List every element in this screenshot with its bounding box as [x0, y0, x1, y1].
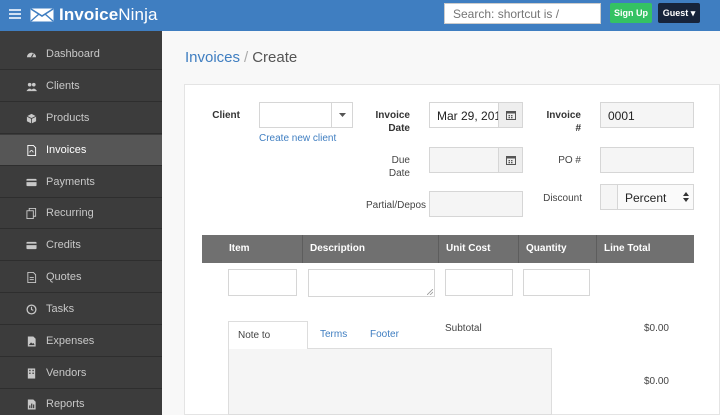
- sidebar-item-label: Tasks: [46, 303, 75, 315]
- column-header-quantity: Quantity: [518, 235, 596, 263]
- sidebar-item-dashboard[interactable]: Dashboard: [0, 39, 162, 70]
- sidebar-item-invoices[interactable]: Invoices: [0, 135, 162, 166]
- discount-input[interactable]: [600, 184, 618, 210]
- sidebar-item-clients[interactable]: Clients: [0, 71, 162, 102]
- building-icon: [25, 367, 37, 379]
- discount-type-select[interactable]: Percent: [617, 184, 694, 210]
- subtotal-label: Subtotal: [445, 323, 482, 334]
- users-icon: [25, 80, 37, 92]
- sidebar-item-reports[interactable]: Reports: [0, 389, 162, 415]
- invoice-date-input[interactable]: Mar 29, 201: [429, 102, 499, 128]
- create-new-client-link[interactable]: Create new client: [259, 133, 336, 144]
- line-item-quantity-input[interactable]: [523, 269, 590, 296]
- page-title: Create: [252, 49, 298, 66]
- column-header-item: Item: [229, 243, 250, 254]
- total-value: $0.00: [643, 376, 669, 387]
- sidebar: Dashboard Clients Products Invoices Paym…: [0, 31, 162, 415]
- sidebar-item-vendors[interactable]: Vendors: [0, 358, 162, 389]
- resize-handle-icon: [427, 289, 433, 295]
- line-items-header: Item Description Unit Cost Quantity Line…: [202, 235, 694, 263]
- sidebar-item-tasks[interactable]: Tasks: [0, 294, 162, 325]
- file-image-icon: [25, 335, 37, 347]
- quote-icon: [25, 271, 37, 283]
- line-item-description-textarea[interactable]: [308, 269, 435, 297]
- clock-icon: [25, 303, 37, 315]
- cube-icon: [25, 112, 37, 124]
- sidebar-item-label: Vendors: [46, 367, 87, 379]
- sidebar-item-label: Payments: [46, 176, 95, 188]
- dashboard-icon: [25, 48, 37, 60]
- invoice-number-input[interactable]: 0001: [600, 102, 694, 128]
- note-to-client-textarea[interactable]: [228, 349, 552, 415]
- client-select[interactable]: [259, 102, 332, 128]
- due-date-input[interactable]: [429, 147, 499, 173]
- breadcrumb: Invoices / Create: [185, 49, 297, 66]
- column-header-unit-cost: Unit Cost: [438, 235, 518, 263]
- guest-menu-button[interactable]: Guest ▾: [658, 3, 700, 23]
- sidebar-item-expenses[interactable]: Expenses: [0, 326, 162, 357]
- tab-footer[interactable]: Footer: [361, 321, 408, 349]
- sidebar-item-label: Reports: [46, 398, 85, 410]
- breadcrumb-invoices-link[interactable]: Invoices: [185, 49, 240, 66]
- sidebar-item-products[interactable]: Products: [0, 103, 162, 134]
- sidebar-item-label: Clients: [46, 80, 80, 92]
- sidebar-item-recurring[interactable]: Recurring: [0, 198, 162, 229]
- brand-name: InvoiceNinja: [59, 5, 158, 24]
- tab-terms[interactable]: Terms: [311, 321, 356, 349]
- credit-card-icon: [25, 239, 37, 251]
- report-icon: [25, 398, 37, 410]
- sidebar-item-credits[interactable]: Credits: [0, 230, 162, 261]
- due-date-label: Due Date: [388, 155, 410, 179]
- line-item-product-input[interactable]: [228, 269, 297, 296]
- select-arrows-icon: [683, 192, 689, 202]
- calendar-icon[interactable]: [498, 102, 523, 128]
- menu-toggle-icon[interactable]: [9, 9, 21, 19]
- client-dropdown-caret-icon[interactable]: [331, 102, 353, 128]
- file-pdf-icon: [25, 144, 37, 156]
- files-icon: [25, 207, 37, 219]
- column-header-description: Description: [302, 235, 438, 263]
- sidebar-item-label: Invoices: [46, 144, 87, 156]
- sidebar-item-label: Products: [46, 112, 90, 124]
- sidebar-item-label: Recurring: [46, 207, 94, 219]
- sidebar-item-label: Quotes: [46, 271, 82, 283]
- column-header-line-total: Line Total: [596, 235, 694, 263]
- credit-card-icon: [25, 176, 37, 188]
- discount-label: Discount: [543, 193, 582, 204]
- envelope-logo-icon: [30, 8, 54, 22]
- tab-note-to-client[interactable]: Note to Client: [228, 321, 308, 369]
- po-number-label: PO #: [558, 155, 581, 166]
- top-navbar: InvoiceNinja Sign Up Guest ▾: [0, 0, 720, 31]
- sidebar-item-quotes[interactable]: Quotes: [0, 262, 162, 293]
- brand-logo[interactable]: InvoiceNinja: [30, 5, 158, 25]
- breadcrumb-separator: /: [244, 49, 249, 66]
- partial-deposit-input[interactable]: [429, 191, 523, 217]
- sign-up-button[interactable]: Sign Up: [610, 3, 652, 23]
- partial-deposit-label: Partial/Depos: [366, 200, 427, 211]
- invoice-date-label: Invoice Date: [375, 110, 410, 134]
- sidebar-item-label: Dashboard: [46, 48, 100, 60]
- search-input[interactable]: [444, 3, 601, 24]
- sidebar-item-label: Expenses: [46, 335, 95, 347]
- client-label: Client: [212, 110, 240, 121]
- po-number-input[interactable]: [600, 147, 694, 173]
- sidebar-item-label: Credits: [46, 239, 81, 251]
- sidebar-item-payments[interactable]: Payments: [0, 167, 162, 198]
- subtotal-value: $0.00: [643, 323, 669, 334]
- calendar-icon[interactable]: [498, 147, 523, 173]
- notes-tabs: Note to Client Terms Footer: [228, 321, 552, 369]
- line-item-unit-cost-input[interactable]: [445, 269, 513, 296]
- discount-type-value: Percent: [625, 191, 667, 205]
- invoice-number-label: Invoice #: [546, 110, 581, 134]
